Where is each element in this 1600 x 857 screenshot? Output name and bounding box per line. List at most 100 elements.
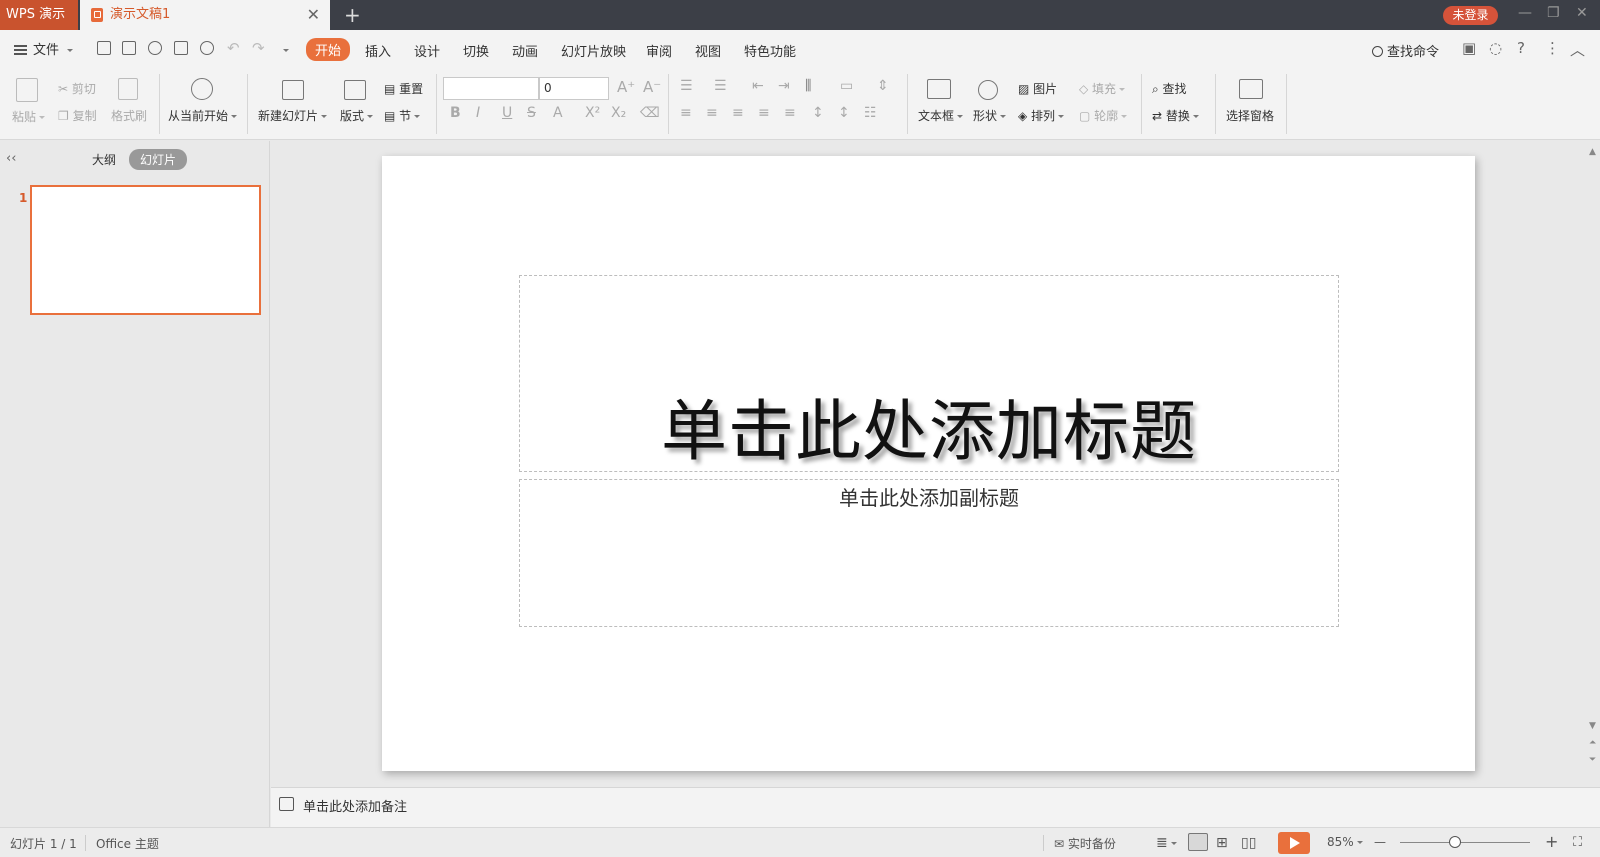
fit-window-icon[interactable]: ⛶ xyxy=(1573,835,1582,850)
columns-icon[interactable]: ☷ xyxy=(864,105,877,121)
outline-button[interactable]: ▢ 轮廓 xyxy=(1079,107,1128,124)
reset-button[interactable]: ▤ 重置 xyxy=(384,80,423,97)
tab-review[interactable]: 审阅 xyxy=(646,41,672,60)
slide-thumbnail[interactable] xyxy=(30,185,261,315)
numbered-list-icon[interactable]: ☰ xyxy=(714,78,727,94)
from-current-button[interactable]: 从当前开始 xyxy=(168,107,238,124)
document-tab[interactable]: 演示文稿1 ✕ xyxy=(80,0,330,30)
column-spacing-icon[interactable]: ↕ xyxy=(838,105,850,121)
clear-format-icon[interactable]: ⌫ xyxy=(640,105,660,121)
tab-view[interactable]: 视图 xyxy=(695,41,721,60)
tab-transition[interactable]: 切换 xyxy=(463,41,489,60)
align-text-icon[interactable]: ▭ xyxy=(840,78,853,94)
zoom-slider[interactable] xyxy=(1400,842,1530,843)
strikethrough-icon[interactable]: S xyxy=(527,105,536,121)
more-options-icon[interactable]: ⋮ xyxy=(1545,39,1560,57)
help-icon[interactable]: ? xyxy=(1517,39,1525,57)
title-placeholder[interactable]: 单击此处添加标题 xyxy=(519,275,1339,472)
previous-slide-icon[interactable]: ⏶ xyxy=(1589,738,1596,748)
cut-button[interactable]: ✂ 剪切 xyxy=(58,80,96,97)
decrease-font-icon[interactable]: A⁻ xyxy=(643,78,661,96)
print-preview-icon[interactable] xyxy=(200,41,214,55)
format-painter-button[interactable]: 格式刷 xyxy=(111,107,147,124)
restore-icon[interactable]: ❐ xyxy=(1547,5,1560,21)
normal-view-icon[interactable] xyxy=(1188,833,1208,851)
new-slide-button[interactable]: 新建幻灯片 xyxy=(258,107,328,124)
tab-slideshow[interactable]: 幻灯片放映 xyxy=(561,41,626,60)
collapse-ribbon-icon[interactable]: ︿ xyxy=(1570,39,1585,60)
minimize-icon[interactable]: — xyxy=(1518,5,1532,21)
zoom-slider-handle[interactable] xyxy=(1449,836,1461,848)
app-tab[interactable]: WPS 演示 xyxy=(0,0,78,30)
customize-toolbar-icon[interactable] xyxy=(283,49,289,52)
text-style-icon[interactable]: ▣ xyxy=(1462,39,1476,57)
redo-icon[interactable]: ↷ xyxy=(252,39,265,57)
backup-button[interactable]: ✉ 实时备份 xyxy=(1054,835,1116,852)
slide-canvas[interactable]: 单击此处添加标题 单击此处添加副标题 xyxy=(382,156,1475,771)
distribute-icon[interactable]: ≡ xyxy=(784,105,796,121)
align-right-icon[interactable]: ≡ xyxy=(732,105,744,121)
font-color-icon[interactable]: A xyxy=(553,105,563,121)
scroll-up-icon[interactable]: ▲ xyxy=(1589,147,1596,157)
scroll-down-icon[interactable]: ▼ xyxy=(1589,721,1596,731)
theme-name[interactable]: Office 主题 xyxy=(96,835,159,852)
bullet-list-icon[interactable]: ☰ xyxy=(680,78,693,94)
reading-view-icon[interactable]: ▯▯ xyxy=(1241,835,1256,851)
notes-toggle-icon[interactable]: ≣ xyxy=(1156,835,1177,851)
layout-button[interactable]: 版式 xyxy=(340,107,374,124)
increase-font-icon[interactable]: A⁺ xyxy=(617,78,635,96)
slide-sorter-icon[interactable]: ⊞ xyxy=(1216,835,1228,851)
replace-button[interactable]: ⇄ 替换 xyxy=(1152,107,1199,124)
superscript-icon[interactable]: X² xyxy=(585,105,600,121)
fill-button[interactable]: ◇ 填充 xyxy=(1079,80,1126,97)
justify-icon[interactable]: ≡ xyxy=(758,105,770,121)
paragraph-spacing-icon[interactable]: ↕ xyxy=(812,105,824,121)
save-icon[interactable] xyxy=(122,41,136,55)
vertical-scrollbar[interactable]: ▲ ▼ ⏶ ⏷ xyxy=(1586,141,1600,787)
decrease-indent-icon[interactable]: ⇤ xyxy=(752,78,764,94)
picture-button[interactable]: ▨ 图片 xyxy=(1018,80,1057,97)
tab-animation[interactable]: 动画 xyxy=(512,41,538,60)
notes-pane[interactable]: 单击此处添加备注 xyxy=(271,787,1600,827)
zoom-out-icon[interactable]: — xyxy=(1374,835,1386,849)
align-left-icon[interactable]: ≡ xyxy=(680,105,692,121)
tab-special-features[interactable]: 特色功能 xyxy=(744,41,796,60)
shape-button[interactable]: 形状 xyxy=(973,107,1007,124)
new-tab-button[interactable]: + xyxy=(344,3,361,27)
arrange-button[interactable]: ◈ 排列 xyxy=(1018,107,1065,124)
text-box-button[interactable]: 文本框 xyxy=(918,107,964,124)
search-command[interactable]: 查找命令 xyxy=(1372,41,1439,60)
close-tab-icon[interactable]: ✕ xyxy=(307,0,320,30)
italic-icon[interactable]: I xyxy=(476,105,480,121)
font-name-combo[interactable] xyxy=(443,77,539,100)
zoom-level[interactable]: 85% xyxy=(1327,835,1363,849)
tab-design[interactable]: 设计 xyxy=(414,41,440,60)
undo-icon[interactable]: ↶ xyxy=(227,39,240,57)
paste-button[interactable]: 粘贴 xyxy=(12,108,46,125)
tab-insert[interactable]: 插入 xyxy=(365,41,391,60)
line-spacing-icon[interactable]: ⇕ xyxy=(877,78,889,94)
output-pdf-icon[interactable] xyxy=(148,41,162,55)
font-size-combo[interactable]: 0 xyxy=(539,77,609,100)
copy-button[interactable]: ❐ 复制 xyxy=(58,107,97,124)
text-direction-icon[interactable]: ⫼ xyxy=(805,78,811,94)
tab-home[interactable]: 开始 xyxy=(306,38,351,61)
comment-icon[interactable]: ◌ xyxy=(1489,39,1502,57)
zoom-in-icon[interactable]: + xyxy=(1545,832,1558,851)
underline-icon[interactable]: U xyxy=(502,105,512,121)
next-slide-icon[interactable]: ⏷ xyxy=(1589,755,1596,765)
increase-indent-icon[interactable]: ⇥ xyxy=(778,78,790,94)
subtitle-placeholder[interactable]: 单击此处添加副标题 xyxy=(519,479,1339,627)
file-menu[interactable]: 文件 xyxy=(14,39,74,58)
print-icon[interactable] xyxy=(174,41,188,55)
bold-icon[interactable]: B xyxy=(450,105,461,121)
align-center-icon[interactable]: ≡ xyxy=(706,105,718,121)
collapse-panel-icon[interactable]: ‹‹ xyxy=(6,151,16,166)
tab-slides[interactable]: 幻灯片 xyxy=(129,149,188,170)
login-button[interactable]: 未登录 xyxy=(1443,6,1498,25)
play-slideshow-button[interactable] xyxy=(1278,832,1310,854)
subscript-icon[interactable]: X₂ xyxy=(611,105,626,121)
find-button[interactable]: ⌕ 查找 xyxy=(1152,80,1187,97)
close-window-icon[interactable]: ✕ xyxy=(1576,5,1588,21)
selection-pane-button[interactable]: 选择窗格 xyxy=(1226,107,1274,124)
